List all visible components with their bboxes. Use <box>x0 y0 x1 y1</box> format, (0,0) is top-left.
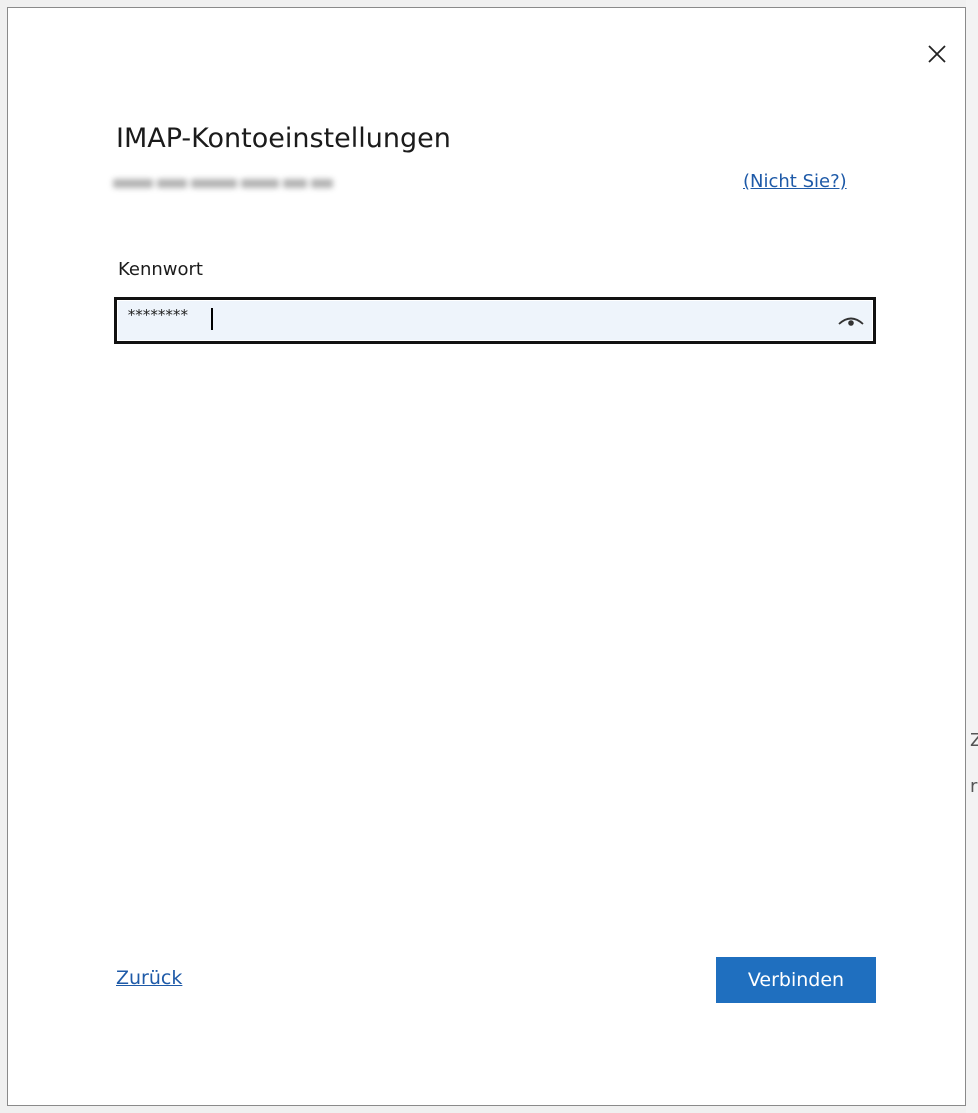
back-link[interactable]: Zurück <box>116 967 182 989</box>
password-value: ******** <box>127 306 189 324</box>
connect-button[interactable]: Verbinden <box>716 957 876 1003</box>
dialog-title: IMAP-Kontoeinstellungen <box>116 123 451 154</box>
background-window-glyph: r <box>970 776 978 797</box>
close-icon <box>928 45 946 63</box>
not-you-link[interactable]: (Nicht Sie?) <box>743 171 847 192</box>
close-button[interactable] <box>917 37 957 71</box>
text-caret <box>211 308 213 330</box>
password-field[interactable]: ******** <box>114 297 876 344</box>
imap-settings-dialog: IMAP-Kontoeinstellungen (Nicht Sie?) Ken… <box>7 7 966 1106</box>
eye-icon[interactable] <box>836 309 866 333</box>
password-label: Kennwort <box>118 259 203 280</box>
background-window-edge <box>966 0 978 1113</box>
background-window-glyph: Z <box>970 730 978 751</box>
account-email-blurred <box>113 173 335 195</box>
